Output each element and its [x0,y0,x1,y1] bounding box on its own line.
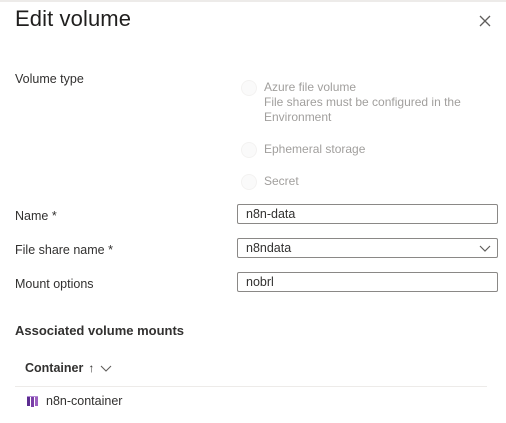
radio-ephemeral-storage[interactable] [241,142,257,158]
volume-type-label: Volume type [15,72,84,86]
name-input-value: n8n-data [246,207,296,221]
radio-azure-file-volume-description: File shares must be configured in the En… [264,95,461,124]
chevron-down-icon[interactable] [100,363,112,373]
file-share-name-dropdown[interactable]: n8ndata [237,238,498,258]
mount-options-value: nobrl [246,275,274,289]
radio-secret-label: Secret [264,174,299,188]
chevron-down-icon [479,245,491,252]
mask [385,198,440,204]
dialog-title: Edit volume [15,6,132,31]
mount-options-label: Mount options [15,277,94,291]
file-share-name-value: n8ndata [246,241,292,255]
radio-azure-file-volume[interactable] [241,80,257,96]
column-header-label: Container [25,361,84,375]
radio-secret[interactable] [241,174,257,190]
column-header-container[interactable]: Container ↑ [25,361,112,375]
radio-ephemeral-storage-label: Ephemeral storage [264,142,366,156]
radio-azure-file-volume-label: Azure file volume [264,80,357,94]
container-icon [27,396,38,407]
associated-volume-mounts-heading: Associated volume mounts [15,323,185,338]
mount-options-input[interactable]: nobrl [237,272,498,292]
top-border [0,0,506,2]
container-name: n8n-container [46,394,123,408]
name-input[interactable]: n8n-data [237,204,498,224]
close-icon[interactable] [474,10,496,32]
name-label: Name * [15,209,57,223]
sort-ascending-icon: ↑ [88,361,95,375]
table-row[interactable]: n8n-container [26,394,122,408]
table-divider [15,386,487,387]
file-share-name-label: File share name * [15,243,113,257]
